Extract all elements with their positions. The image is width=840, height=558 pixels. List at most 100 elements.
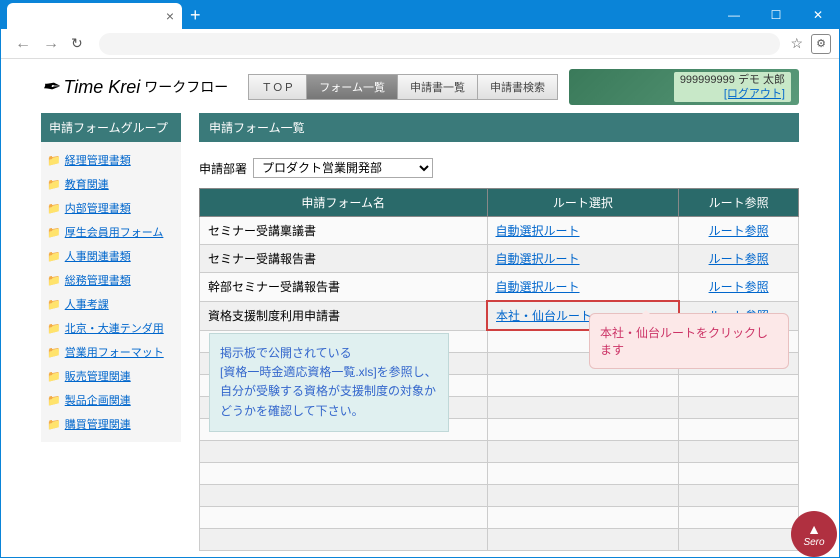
department-select[interactable]: プロダクト営業開発部 [253, 158, 433, 178]
cell-form-name: 資格支援制度利用申請書 [200, 301, 488, 330]
folder-icon: 📁 [47, 250, 61, 263]
folder-icon: 📁 [47, 418, 61, 431]
minimize-button[interactable]: — [713, 1, 755, 29]
ref-link[interactable]: ルート参照 [709, 280, 769, 294]
titlebar: × + — ☐ ✕ [1, 1, 839, 29]
new-tab-button[interactable]: + [190, 5, 201, 26]
sidebar-link[interactable]: 人事考課 [65, 296, 109, 312]
filter-label: 申請部署 [199, 160, 247, 177]
route-link[interactable]: 本社・仙台ルート [496, 309, 592, 323]
table-row-empty [200, 506, 799, 528]
cell-route: 自動選択ルート [487, 273, 679, 302]
user-banner: 999999999 デモ 太郎 [ログアウト] [569, 69, 799, 105]
folder-icon: 📁 [47, 178, 61, 191]
cell-route: 自動選択ルート [487, 245, 679, 273]
route-link[interactable]: 自動選択ルート [496, 280, 580, 294]
user-name: デモ 太郎 [738, 74, 785, 86]
sidebar-link[interactable]: 製品企画関連 [65, 392, 131, 408]
sero-badge[interactable]: Sero [791, 511, 837, 557]
sidebar-link[interactable]: 営業用フォーマット [65, 344, 164, 360]
top-nav-item[interactable]: ＴＯＰ [249, 75, 307, 99]
info-callout: 掲示板で公開されている[資格一時金適応資格一覧.xls]を参照し、自分が受験する… [209, 333, 449, 432]
cell-form-name: セミナー受講稟議書 [200, 217, 488, 245]
sidebar-link[interactable]: 販売管理関連 [65, 368, 131, 384]
logo-subtitle: ワークフロー [144, 77, 228, 97]
sidebar-item[interactable]: 📁 北京・大連テンダ用 [45, 316, 177, 340]
route-link[interactable]: 自動選択ルート [496, 252, 580, 266]
close-button[interactable]: ✕ [797, 1, 839, 29]
user-id: 999999999 [680, 74, 735, 86]
table-row: セミナー受講報告書自動選択ルート ルート参照 [200, 245, 799, 273]
sidebar-item[interactable]: 📁 製品企画関連 [45, 388, 177, 412]
sidebar: 申請フォームグループ 📁 経理管理書類 📁 教育関連 📁 内部管理書類 📁 厚生会員用フォーム… [41, 113, 181, 551]
table-row-empty [200, 484, 799, 506]
extension-icon[interactable]: ⚙ [811, 34, 831, 54]
url-input[interactable] [99, 33, 781, 55]
sidebar-link[interactable]: 内部管理書類 [65, 200, 131, 216]
tab-close-icon[interactable]: × [166, 8, 174, 24]
cell-ref: ルート参照 [679, 245, 799, 273]
main-area: 申請フォーム一覧 申請部署 プロダクト営業開発部 申請フォーム名 ルート選択 ル… [199, 113, 799, 551]
folder-icon: 📁 [47, 394, 61, 407]
cell-route: 自動選択ルート [487, 217, 679, 245]
col-header-name: 申請フォーム名 [200, 189, 488, 217]
sidebar-item[interactable]: 📁 総務管理書類 [45, 268, 177, 292]
folder-icon: 📁 [47, 370, 61, 383]
table-row-empty [200, 440, 799, 462]
sidebar-item[interactable]: 📁 人事関連書類 [45, 244, 177, 268]
back-button[interactable]: ← [9, 35, 37, 53]
logout-link[interactable]: [ログアウト] [724, 88, 785, 100]
folder-icon: 📁 [47, 154, 61, 167]
reload-button[interactable]: ↻ [65, 35, 89, 52]
sidebar-link[interactable]: 厚生会員用フォーム [65, 224, 164, 240]
forward-button[interactable]: → [37, 35, 65, 53]
ref-link[interactable]: ルート参照 [709, 252, 769, 266]
sidebar-header: 申請フォームグループ [41, 113, 181, 142]
table-row: 幹部セミナー受講報告書自動選択ルート ルート参照 [200, 273, 799, 302]
logo: ✒ Time Krei ワークフロー [41, 74, 228, 100]
top-nav-item[interactable]: 申請書検索 [478, 75, 557, 99]
col-header-route: ルート選択 [487, 189, 679, 217]
sidebar-link[interactable]: 教育関連 [65, 176, 109, 192]
sidebar-link[interactable]: 人事関連書類 [65, 248, 131, 264]
sidebar-link[interactable]: 経理管理書類 [65, 152, 131, 168]
table-row-empty [200, 462, 799, 484]
sidebar-item[interactable]: 📁 経理管理書類 [45, 148, 177, 172]
folder-icon: 📁 [47, 298, 61, 311]
cell-ref: ルート参照 [679, 217, 799, 245]
table-row: セミナー受講稟議書自動選択ルート ルート参照 [200, 217, 799, 245]
folder-icon: 📁 [47, 346, 61, 359]
top-nav-item[interactable]: フォーム一覧 [307, 75, 398, 99]
folder-icon: 📁 [47, 274, 61, 287]
folder-icon: 📁 [47, 226, 61, 239]
cell-ref: ルート参照 [679, 273, 799, 302]
cell-form-name: セミナー受講報告書 [200, 245, 488, 273]
sidebar-link[interactable]: 北京・大連テンダ用 [65, 320, 164, 336]
sidebar-item[interactable]: 📁 内部管理書類 [45, 196, 177, 220]
main-header: 申請フォーム一覧 [199, 113, 799, 142]
sidebar-link[interactable]: 購買管理関連 [65, 416, 131, 432]
bookmark-icon[interactable]: ☆ [790, 35, 803, 52]
top-nav-item[interactable]: 申請書一覧 [398, 75, 478, 99]
sidebar-item[interactable]: 📁 厚生会員用フォーム [45, 220, 177, 244]
sidebar-item[interactable]: 📁 人事考課 [45, 292, 177, 316]
logo-brand: Time Krei [63, 77, 140, 98]
cell-form-name: 幹部セミナー受講報告書 [200, 273, 488, 302]
folder-icon: 📁 [47, 202, 61, 215]
top-nav: ＴＯＰフォーム一覧申請書一覧申請書検索 [248, 74, 558, 100]
ref-link[interactable]: ルート参照 [709, 224, 769, 238]
maximize-button[interactable]: ☐ [755, 1, 797, 29]
address-bar: ← → ↻ ☆ ⚙ [1, 29, 839, 59]
sidebar-item[interactable]: 📁 営業用フォーマット [45, 340, 177, 364]
sidebar-item[interactable]: 📁 販売管理関連 [45, 364, 177, 388]
folder-icon: 📁 [47, 322, 61, 335]
instruction-callout: 本社・仙台ルートをクリックします [589, 313, 789, 369]
logo-icon: ✒ [41, 74, 59, 100]
browser-tab[interactable]: × [7, 3, 182, 29]
route-link[interactable]: 自動選択ルート [496, 224, 580, 238]
sidebar-item[interactable]: 📁 教育関連 [45, 172, 177, 196]
table-row-empty [200, 528, 799, 550]
sidebar-link[interactable]: 総務管理書類 [65, 272, 131, 288]
sidebar-item[interactable]: 📁 購買管理関連 [45, 412, 177, 436]
col-header-ref: ルート参照 [679, 189, 799, 217]
